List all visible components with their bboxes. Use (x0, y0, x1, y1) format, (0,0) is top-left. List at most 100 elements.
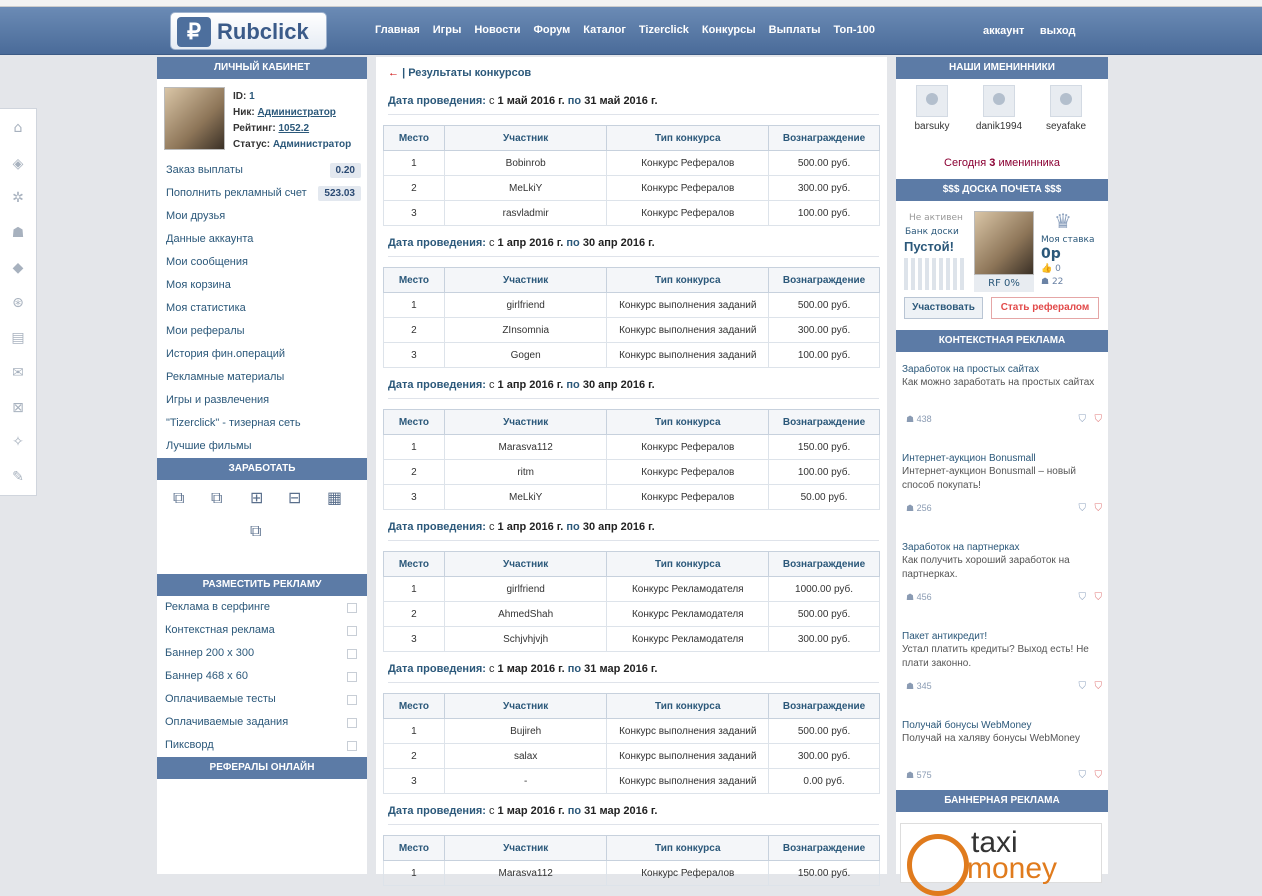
nav-link-top100[interactable]: Топ-100 (834, 24, 875, 36)
leader-avatar[interactable] (974, 211, 1034, 275)
menu-item-friends[interactable]: Мои друзья (157, 205, 367, 228)
column-header[interactable]: Участник (443, 409, 608, 435)
column-header[interactable]: Вознаграждение (768, 693, 880, 719)
tasks-icon[interactable]: ▦ (327, 488, 342, 507)
nav-link-forum[interactable]: Форум (533, 24, 570, 36)
mail-read-icon[interactable]: ⧉ (211, 488, 222, 508)
menu-item-referrals[interactable]: Мои рефералы (157, 320, 367, 343)
ad-title[interactable]: Пакет антикредит! (902, 631, 1102, 642)
nav-link-account[interactable]: аккаунт (983, 25, 1024, 37)
column-header[interactable]: Тип конкурса (606, 267, 770, 293)
menu-item-topup[interactable]: Пополнить рекламный счет 523.03 (157, 182, 367, 205)
nav-link-catalog[interactable]: Каталог (583, 24, 626, 36)
shield-icon[interactable]: ⛉ (1079, 592, 1087, 603)
column-header[interactable]: Участник (443, 267, 608, 293)
user-nick-link[interactable]: Администратор (258, 107, 336, 118)
nav-link-tizerclick[interactable]: Tizerclick (639, 24, 689, 36)
become-referral-button[interactable]: Стать рефералом (991, 297, 1099, 319)
ad-title[interactable]: Интернет-аукцион Bonusmall (902, 453, 1102, 464)
column-header[interactable]: Тип конкурса (606, 409, 770, 435)
column-header[interactable]: Вознаграждение (768, 125, 880, 151)
shield-icon[interactable]: ⛉ (1079, 681, 1087, 692)
shield-icon[interactable]: ⛉ (1079, 503, 1087, 514)
place-item-surfing[interactable]: Реклама в серфинге (157, 596, 367, 619)
menu-item-cart[interactable]: Моя корзина (157, 274, 367, 297)
column-header[interactable]: Место (383, 693, 445, 719)
report-icon[interactable]: ⛉ (1095, 503, 1103, 514)
column-header[interactable]: Место (383, 551, 445, 577)
gear-icon[interactable]: ✲ (10, 191, 26, 205)
column-header[interactable]: Тип конкурса (606, 551, 770, 577)
report-icon[interactable]: ⛉ (1095, 592, 1103, 603)
context-ad[interactable]: Заработок на партнерках Как получить хоро… (902, 542, 1102, 603)
context-ad[interactable]: Получай бонусы WebMoney Получай на халяву… (902, 720, 1102, 781)
menu-item-games[interactable]: Игры и развлечения (157, 389, 367, 412)
back-arrow-icon[interactable]: ← (388, 67, 399, 79)
column-header[interactable]: Участник (443, 551, 608, 577)
column-header[interactable]: Место (383, 409, 445, 435)
avatar[interactable] (164, 87, 225, 150)
column-header[interactable]: Тип конкурса (606, 125, 770, 151)
menu-item-statistics[interactable]: Моя статистика (157, 297, 367, 320)
report-icon[interactable]: ⛉ (1095, 770, 1103, 781)
place-item-tests[interactable]: Оплачиваемые тесты (157, 688, 367, 711)
menu-item-ad-materials[interactable]: Рекламные материалы (157, 366, 367, 389)
document-icon[interactable]: ▤ (10, 331, 26, 345)
menu-item-films[interactable]: Лучшие фильмы (157, 435, 367, 458)
tag-icon[interactable]: ◈ (10, 157, 26, 171)
nav-link-contests[interactable]: Конкурсы (702, 24, 756, 36)
tags-icon[interactable]: ◆ (10, 261, 26, 275)
column-header[interactable]: Тип конкурса (606, 693, 770, 719)
place-item-context[interactable]: Контекстная реклама (157, 619, 367, 642)
menu-item-fin-history[interactable]: История фин.операций (157, 343, 367, 366)
place-item-banner-200[interactable]: Баннер 200 x 300 (157, 642, 367, 665)
birthday-user[interactable]: seyafake (1037, 85, 1095, 132)
surfing-icon[interactable]: ⧉ (173, 488, 184, 508)
birthday-user[interactable]: barsuky (903, 85, 961, 132)
check-window-icon[interactable]: ⊟ (288, 488, 301, 507)
nav-link-news[interactable]: Новости (474, 24, 520, 36)
shield-icon[interactable]: ⛉ (1079, 414, 1087, 425)
home-icon[interactable]: ⌂ (10, 121, 26, 135)
user-rating-link[interactable]: 1052.2 (279, 123, 310, 134)
place-item-tasks[interactable]: Оплачиваемые задания (157, 711, 367, 734)
nav-link-games[interactable]: Игры (433, 24, 462, 36)
edit-icon[interactable]: ✎ (10, 470, 26, 484)
menu-item-payout[interactable]: Заказ выплаты 0.20 (157, 159, 367, 182)
column-header[interactable]: Вознаграждение (768, 551, 880, 577)
context-ad[interactable]: Интернет-аукцион Bonusmall Интернет-аукци… (902, 453, 1102, 514)
site-logo[interactable]: ₽ Rubclick (170, 12, 327, 50)
column-header[interactable]: Участник (443, 835, 608, 861)
report-icon[interactable]: ⛉ (1095, 681, 1103, 692)
tests-icon[interactable]: ⧉ (250, 521, 261, 541)
column-header[interactable]: Вознаграждение (768, 267, 880, 293)
mail-icon[interactable]: ✉ (10, 366, 26, 380)
add-window-icon[interactable]: ⊞ (250, 488, 263, 507)
menu-item-messages[interactable]: Мои сообщения (157, 251, 367, 274)
film-icon[interactable]: ⊛ (10, 296, 26, 310)
context-ad[interactable]: Заработок на простых сайтах Как можно зар… (902, 364, 1102, 425)
nav-link-home[interactable]: Главная (375, 24, 420, 36)
column-header[interactable]: Место (383, 267, 445, 293)
report-icon[interactable]: ⛉ (1095, 414, 1103, 425)
nav-link-logout[interactable]: выход (1040, 25, 1076, 37)
column-header[interactable]: Место (383, 125, 445, 151)
context-ad[interactable]: Пакет антикредит! Устал платить кредиты? … (902, 631, 1102, 692)
birthday-user[interactable]: danik1994 (970, 85, 1028, 132)
ad-title[interactable]: Заработок на партнерках (902, 542, 1102, 553)
column-header[interactable]: Тип конкурса (606, 835, 770, 861)
menu-item-account-data[interactable]: Данные аккаунта (157, 228, 367, 251)
place-item-banner-468[interactable]: Баннер 468 x 60 (157, 665, 367, 688)
column-header[interactable]: Место (383, 835, 445, 861)
participate-button[interactable]: Участвовать (904, 297, 983, 319)
place-item-pixword[interactable]: Пиксворд (157, 734, 367, 757)
ad-title[interactable]: Заработок на простых сайтах (902, 364, 1102, 375)
users-icon[interactable]: ☗ (10, 226, 26, 240)
magic-icon[interactable]: ✧ (10, 435, 26, 449)
column-header[interactable]: Участник (443, 693, 608, 719)
menu-item-tizerclick[interactable]: "Tizerclick" - тизерная сеть (157, 412, 367, 435)
ad-title[interactable]: Получай бонусы WebMoney (902, 720, 1102, 731)
taxi-money-banner[interactable]: taxi money (900, 823, 1102, 896)
column-header[interactable]: Вознаграждение (768, 835, 880, 861)
shield-icon[interactable]: ⛉ (1079, 770, 1087, 781)
